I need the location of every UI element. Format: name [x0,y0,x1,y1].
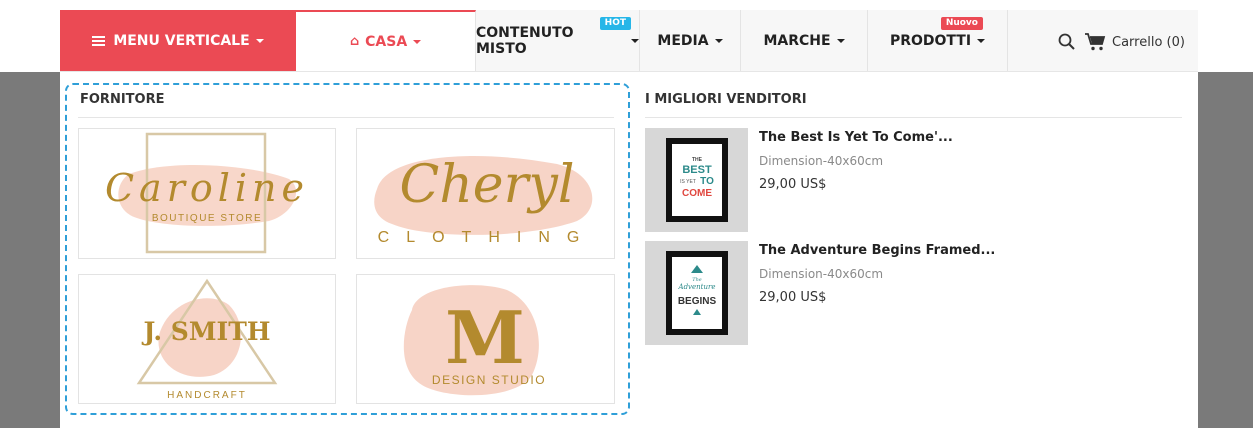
nav-menu-verticale[interactable]: MENU VERTICALE [60,10,296,71]
product-dimension: Dimension-40x60cm [759,154,884,168]
fornitore-divider [78,117,614,118]
cheryl-wordmark: Cheryl [400,155,575,215]
hot-badge: HOT [599,17,631,30]
product-price: 29,00 US$ [759,290,827,305]
poster-text: THE [692,157,703,163]
brand-m-design-studio[interactable]: M DESIGN STUDIO [356,274,615,404]
product-dimension: Dimension-40x60cm [759,267,884,281]
page-background-left [0,72,60,428]
nav-contenuto-misto[interactable]: HOT CONTENUTO MISTO [476,10,640,71]
caret-down-icon [413,39,422,44]
caroline-wordmark: Caroline [105,166,309,210]
cheryl-subtitle: CLOTHING [378,229,597,246]
poster-text: BEGINS [678,296,717,307]
product-item[interactable]: The Adventure BEGINS The Adventure Begin… [645,241,1185,345]
m-logo: M DESIGN STUDIO [403,285,546,396]
bestsellers-divider [645,117,1182,118]
product-item[interactable]: THE BEST IS YET TO COME The Best Is Yet … [645,128,1185,232]
poster-text: TO [700,176,714,187]
nav-prodotti-label: PRODOTTI [889,32,972,49]
caret-down-icon [714,38,723,43]
caroline-logo: Caroline BOUTIQUE STORE [105,132,309,254]
poster-text: BEST [682,164,712,176]
nuovo-badge: Nuovo [940,17,983,30]
search-icon[interactable] [1055,30,1079,54]
caroline-subtitle: BOUTIQUE STORE [152,213,262,224]
poster-text: Adventure [678,283,716,291]
nav-marche[interactable]: MARCHE [741,10,868,71]
product-thumbnail: The Adventure BEGINS [645,241,748,345]
jsmith-wordmark: J. SMITH [142,317,271,346]
product-name[interactable]: The Best Is Yet To Come'... [759,130,953,145]
poster-text: IS YET [680,179,696,185]
fornitore-title: FORNITORE [80,92,165,107]
jsmith-subtitle: HANDCRAFT [167,390,247,401]
product-price: 29,00 US$ [759,177,827,192]
nav-media-label: MEDIA [657,32,709,49]
caret-down-icon [631,38,639,43]
nav-media[interactable]: MEDIA [640,10,741,71]
caret-down-icon [977,38,986,43]
caret-down-icon [255,38,264,43]
main-navbar: MENU VERTICALE ⌂ CASA HOT CONTENUTO MIST… [60,10,1198,72]
nav-casa-label: CASA [365,33,408,50]
cart-label: Carrello (0) [1112,34,1185,50]
home-icon: ⌂ [349,34,360,49]
product-name[interactable]: The Adventure Begins Framed... [759,243,995,258]
page-background-right [1198,72,1253,428]
hamburger-icon [92,34,106,48]
poster-text: COME [682,188,712,199]
nav-menu-verticale-label: MENU VERTICALE [113,32,250,49]
nav-prodotti[interactable]: Nuovo PRODOTTI [868,10,1008,71]
cheryl-logo: Cheryl CLOTHING [374,155,597,246]
brand-caroline[interactable]: Caroline BOUTIQUE STORE [78,128,336,259]
brand-jsmith[interactable]: J. SMITH HANDCRAFT [78,274,336,404]
caret-down-icon [836,38,845,43]
nav-marche-label: MARCHE [763,32,831,49]
cart-button[interactable]: Carrello (0) [1084,30,1185,54]
cart-icon [1085,33,1106,51]
m-wordmark: M [445,295,525,380]
jsmith-logo: J. SMITH HANDCRAFT [136,278,278,401]
m-subtitle: DESIGN STUDIO [432,373,546,387]
bestsellers-title: I MIGLIORI VENDITORI [645,92,807,107]
product-thumbnail: THE BEST IS YET TO COME [645,128,748,232]
brand-cheryl[interactable]: Cheryl CLOTHING [356,128,615,259]
nav-casa[interactable]: ⌂ CASA [296,10,476,71]
